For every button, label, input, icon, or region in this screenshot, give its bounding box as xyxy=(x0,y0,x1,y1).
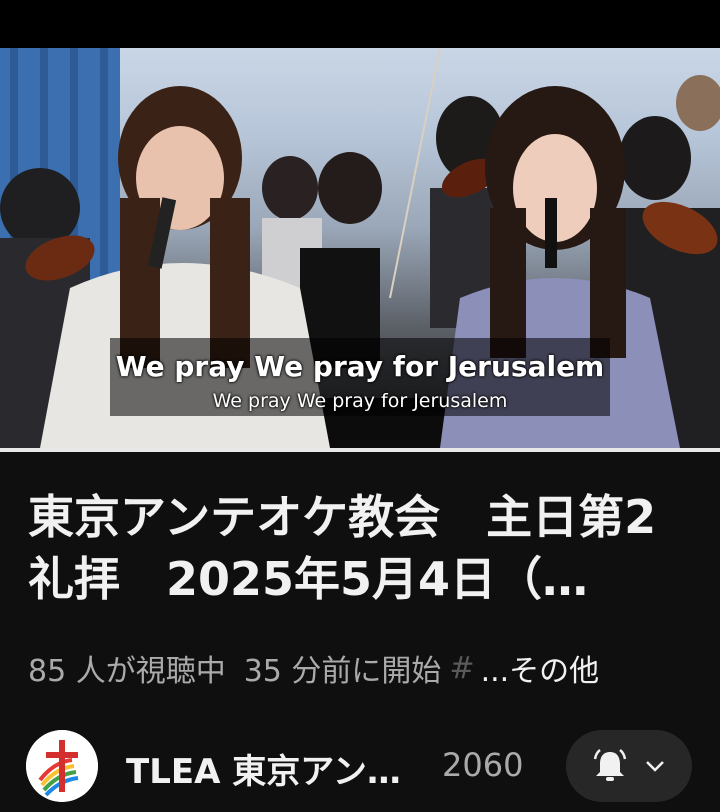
progress-bar[interactable] xyxy=(0,448,720,452)
video-meta[interactable]: 85 人が視聴中 35 分前に開始 # ...その他 xyxy=(28,646,692,690)
caption-primary: We pray We pray for Jerusalem xyxy=(115,350,605,383)
channel-logo-icon xyxy=(26,730,98,802)
chevron-down-icon xyxy=(646,761,664,772)
start-time: 35 分前に開始 xyxy=(243,654,442,689)
channel-row: TLEA 東京アンテオケ教会 2060 xyxy=(0,726,720,806)
progress-fill xyxy=(0,448,720,452)
video-title[interactable]: 東京アンテオケ教会 主日第2礼拝 2025年5月4日（… xyxy=(28,486,692,610)
channel-name[interactable]: TLEA 東京アンテオケ教会 xyxy=(126,744,426,793)
status-bar xyxy=(0,0,720,48)
channel-avatar[interactable] xyxy=(26,730,98,802)
video-player[interactable]: We pray We pray for Jerusalem We pray We… xyxy=(0,48,720,448)
subscriber-count: 2060 xyxy=(442,746,524,784)
more-link[interactable]: ...その他 xyxy=(481,646,600,690)
caption-secondary: We pray We pray for Jerusalem xyxy=(212,390,508,412)
hashtag-faded: # xyxy=(449,650,475,686)
subscription-bell-button[interactable] xyxy=(566,730,692,802)
bell-icon xyxy=(593,749,627,781)
viewer-count: 85 人が視聴中 xyxy=(28,654,226,689)
